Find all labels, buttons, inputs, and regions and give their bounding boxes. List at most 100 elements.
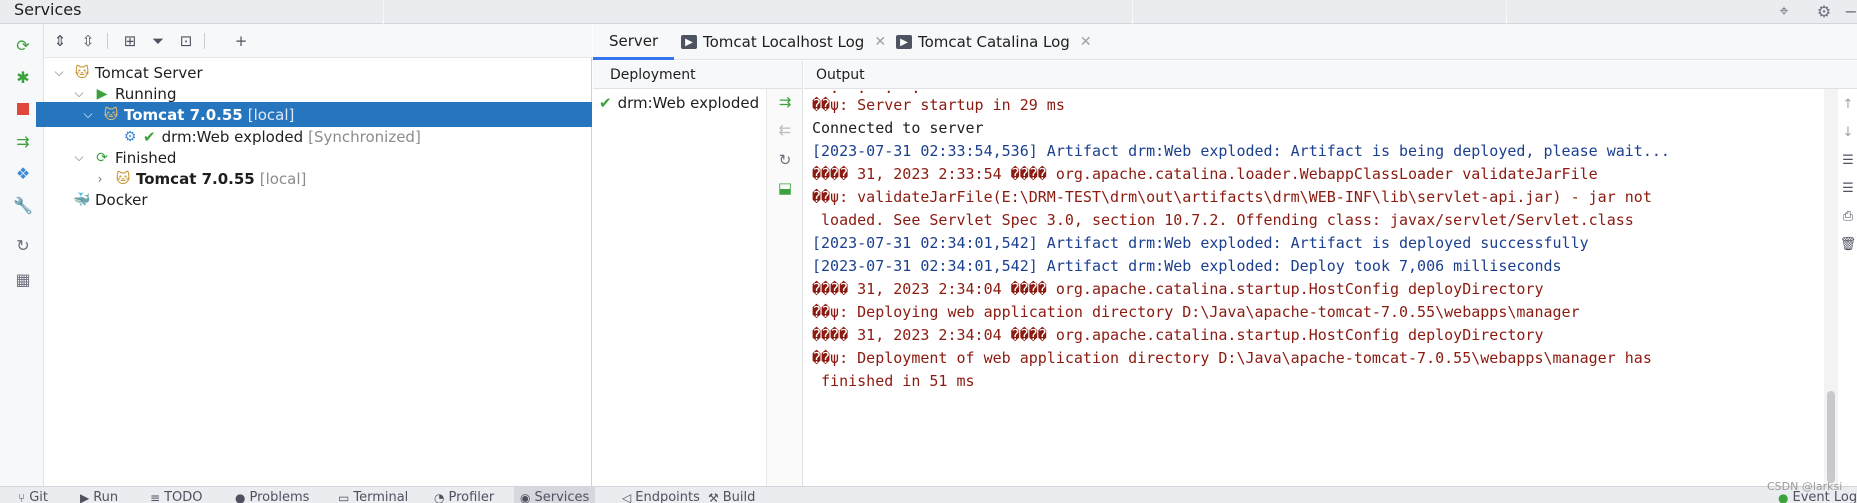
deploy-icon[interactable]: ⇉ [12, 130, 34, 152]
tool-todo[interactable]: ≡ TODO [150, 487, 202, 503]
service-detail-panel: Server ▶ Tomcat Localhost Log ✕ ▶ Tomcat… [593, 24, 1857, 486]
tab-tomcat-localhost-log[interactable]: ▶ Tomcat Localhost Log ✕ [681, 24, 886, 60]
tab-tomcat-catalina-log[interactable]: ▶ Tomcat Catalina Log ✕ [896, 24, 1092, 60]
tool-label: Build [722, 490, 756, 503]
tab-label: Tomcat Localhost Log [703, 33, 865, 51]
trash-icon[interactable]: 🗑 [1839, 235, 1857, 253]
filter-icon[interactable]: ⏷ [147, 30, 169, 52]
log-icon: ▶ [681, 35, 697, 49]
deployment-header: Deployment [593, 61, 803, 89]
console-line: ��ψ: validateJarFile(E:\DRM-TEST\drm\out… [812, 188, 1652, 206]
tree-node-label: Finished [115, 148, 177, 167]
layout-icon[interactable]: ▦ [12, 268, 34, 290]
console-line: finished in 51 ms [812, 372, 975, 390]
tool-run[interactable]: ▶ Run [80, 487, 118, 503]
scroll-to-end-icon[interactable]: ☰ [1839, 179, 1857, 197]
tool-build[interactable]: ⚒ Build [708, 487, 755, 503]
deployment-item-label: drm:Web exploded [617, 94, 760, 112]
new-group-icon[interactable]: ⊡ [175, 30, 197, 52]
title-divider [383, 0, 384, 24]
close-icon[interactable]: ✕ [874, 34, 886, 50]
tree-node-label: Tomcat Server [95, 63, 203, 82]
tree-node-suffix: [Synchronized] [308, 127, 421, 146]
tree-node-suffix: [local] [247, 105, 295, 124]
git-icon: ⑂ [18, 491, 26, 503]
warning-icon: ● [235, 491, 246, 503]
tool-endpoints[interactable]: ◁ Endpoints [622, 487, 700, 503]
endpoints-icon: ◁ [622, 491, 632, 503]
undeploy-icon[interactable]: ⇇ [774, 119, 796, 141]
tab-server[interactable]: Server [593, 24, 675, 60]
log-icon: ▶ [896, 35, 912, 49]
deploy-icon[interactable]: ⇉ [774, 91, 796, 113]
tool-window-bar: ⑂ Git ▶ Run ≡ TODO ● Problems ▭ Terminal ◔ Pro… [0, 486, 1857, 503]
toolbar-divider [107, 33, 108, 49]
terminal-icon: ▭ [338, 491, 350, 503]
collapse-all-icon[interactable]: ⇳ [77, 30, 99, 52]
window-title: Services [14, 0, 82, 19]
console-line: loaded. See Servlet Spec 3.0, section 10… [812, 211, 1634, 229]
refresh-icon[interactable]: ↻ [12, 234, 34, 256]
console-line: [2023-07-31 02:33:54,536] Artifact drm:W… [812, 142, 1670, 160]
wrench-icon[interactable]: 🔧 [12, 194, 34, 216]
group-by-icon[interactable]: ⊞ [119, 30, 141, 52]
services-side-toolbar: ⟳ ✱ ⇉ ❖ 🔧 ↻ ▦ [0, 24, 44, 486]
console-line: ���� 31, 2023 2:34:04 ���� org.apache.ca… [812, 326, 1544, 344]
minimize-icon[interactable]: − [1841, 1, 1857, 21]
arrow-down-icon[interactable]: ↓ [1839, 123, 1857, 141]
chevron-down-icon[interactable]: ⌵ [52, 65, 66, 80]
debug-icon[interactable]: ✱ [12, 66, 34, 88]
tab-label: Tomcat Catalina Log [918, 33, 1070, 51]
stop-icon[interactable] [12, 98, 34, 120]
chevron-down-icon[interactable]: ⌵ [81, 107, 95, 122]
print-icon[interactable]: ⎙ [1839, 207, 1857, 225]
expand-all-icon[interactable]: ⇕ [49, 30, 71, 52]
services-tree-panel: ⇕ ⇳ ⊞ ⏷ ⊡ + ⌵ 🐱 Tomcat Server ⌵ ▶ Runnin… [36, 24, 592, 486]
tool-label: Git [29, 490, 48, 503]
console-output[interactable]: . . . . ��ψ: Server startup in 29 ms Con… [804, 89, 1824, 486]
console-line: ��ψ: Server startup in 29 ms [812, 96, 1065, 114]
tool-problems[interactable]: ● Problems [235, 487, 309, 503]
output-scrollbar[interactable] [1824, 89, 1838, 486]
docker-icon: 🐳 [73, 191, 91, 208]
close-icon[interactable]: ✕ [1080, 34, 1092, 50]
rerun-icon[interactable]: ⟳ [12, 34, 34, 56]
title-divider [1506, 0, 1507, 24]
tree-node-suffix: [local] [259, 169, 307, 188]
update-icon[interactable]: ⬓ [774, 177, 796, 199]
check-icon: ✔ [599, 94, 612, 112]
tool-terminal[interactable]: ▭ Terminal [338, 487, 408, 503]
chevron-right-icon[interactable]: › [93, 172, 107, 186]
deployment-list: ✔ drm:Web exploded [593, 89, 767, 486]
list-icon: ≡ [150, 491, 161, 503]
tool-label: Run [93, 490, 119, 503]
tree-node-docker[interactable]: 🐳 Docker [44, 187, 592, 212]
title-bar: Services ⌖ ⚙ − [0, 0, 1857, 24]
tool-label: Terminal [353, 490, 409, 503]
add-service-icon[interactable]: + [230, 30, 252, 52]
nodes-icon[interactable]: ❖ [12, 162, 34, 184]
toolbar-divider [204, 33, 205, 49]
scrollbar-thumb[interactable] [1827, 391, 1835, 483]
tree-node-label: drm:Web exploded [161, 127, 304, 146]
chevron-down-icon[interactable]: ⌵ [72, 150, 86, 165]
console-side-toolbar: ↑ ↓ ☰ ☰ ⎙ 🗑 [1838, 89, 1857, 486]
chevron-down-icon[interactable]: ⌵ [72, 86, 86, 101]
arrow-up-icon[interactable]: ↑ [1839, 95, 1857, 113]
tool-label: Services [534, 490, 590, 503]
tomcat-icon: 🐱 [74, 64, 90, 81]
title-divider [1132, 0, 1133, 24]
console-line: [2023-07-31 02:34:01,542] Artifact drm:W… [812, 234, 1589, 252]
tool-git[interactable]: ⑂ Git [18, 487, 48, 503]
tool-profiler[interactable]: ◔ Profiler [434, 487, 494, 503]
tree-node-label: Tomcat 7.0.55 [136, 169, 255, 188]
tree-node-label: Docker [95, 190, 148, 209]
deployment-item[interactable]: ✔ drm:Web exploded [593, 91, 759, 115]
gear-icon[interactable]: ⚙ [1814, 1, 1834, 21]
refresh-icon[interactable]: ↻ [774, 149, 796, 171]
console-line: ��ψ: Deployment of web application direc… [812, 349, 1652, 367]
tree-node-label: Running [115, 84, 177, 103]
soft-wrap-icon[interactable]: ☰ [1839, 151, 1857, 169]
tool-services[interactable]: ◉ Services [514, 487, 596, 503]
crosshair-icon[interactable]: ⌖ [1774, 1, 1794, 21]
